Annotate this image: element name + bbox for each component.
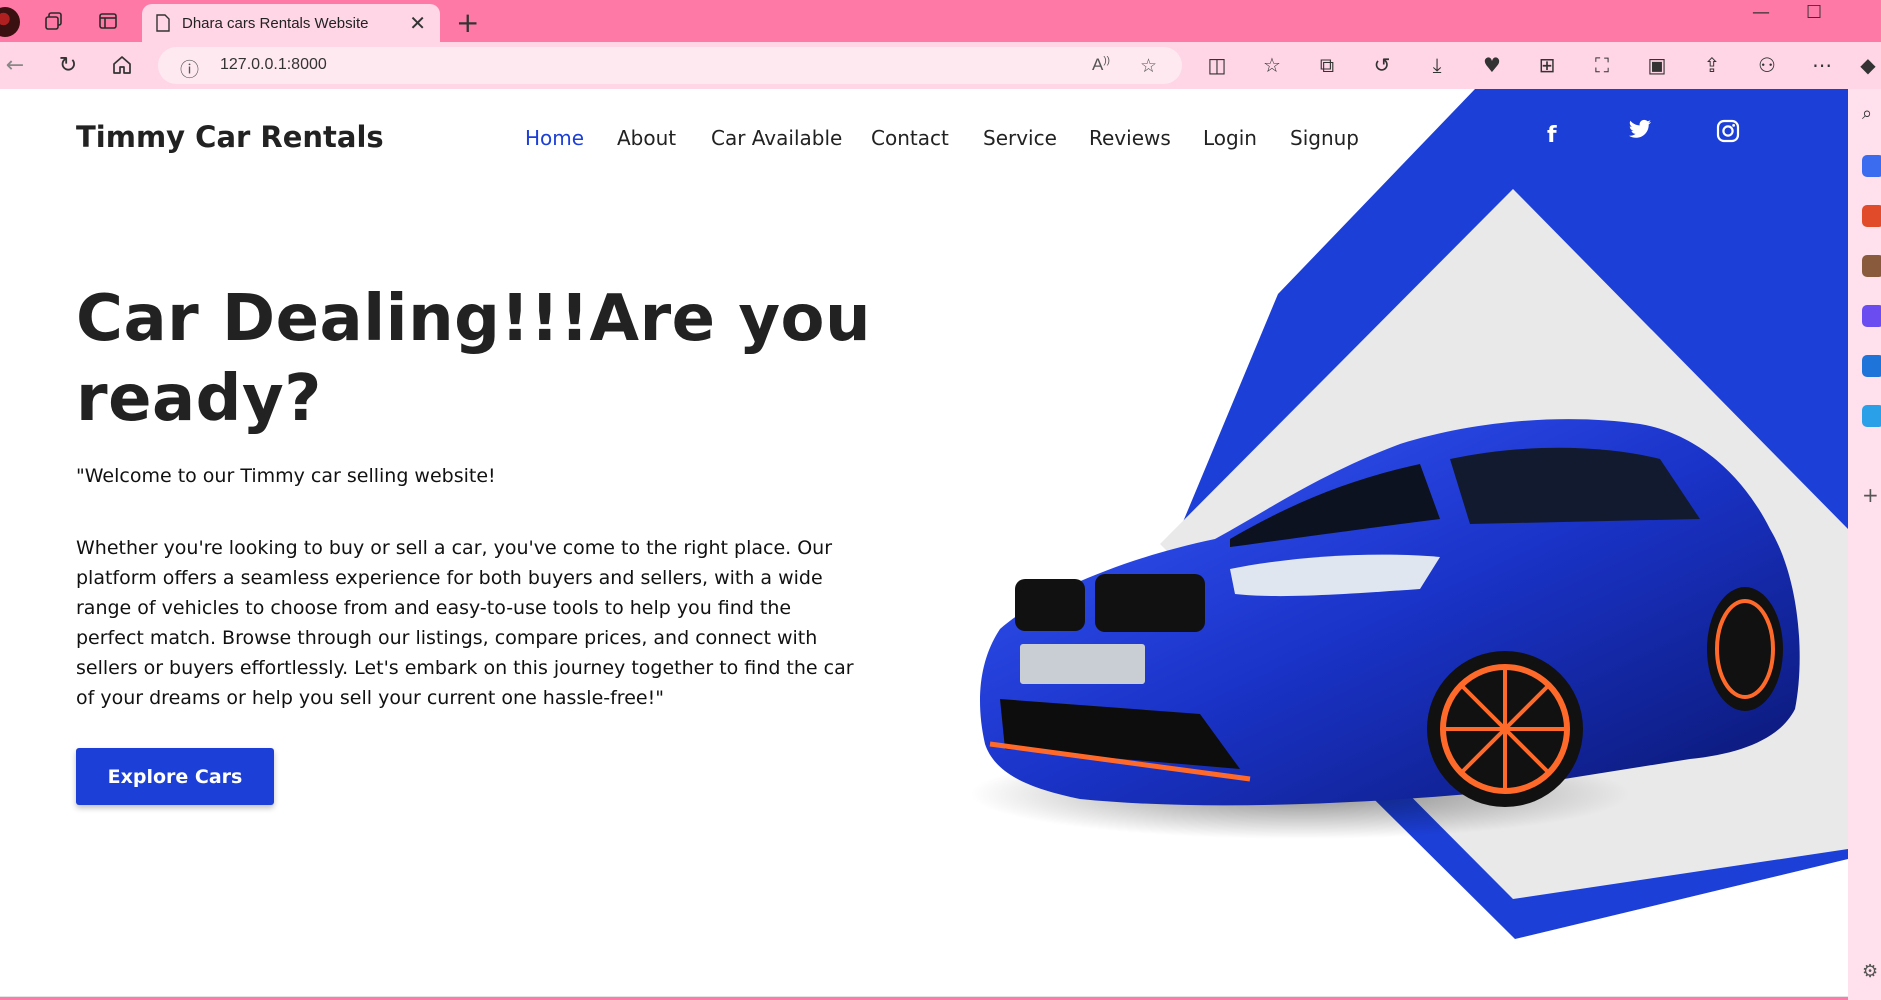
more-menu-icon[interactable]: ⋯ <box>1810 53 1834 77</box>
browser-toolbar: ← ↻ ⓘ 127.0.0.1:8000 A)) ☆ ◫ ☆ ⧉ ↺ ⤓ ♥ ⊞… <box>0 42 1881 89</box>
nav-about[interactable]: About <box>617 126 676 150</box>
share-icon[interactable]: ⇪ <box>1700 53 1724 77</box>
refresh-icon[interactable]: ↻ <box>55 52 81 78</box>
nav-reviews[interactable]: Reviews <box>1089 126 1171 150</box>
nav-signup[interactable]: Signup <box>1290 126 1359 150</box>
twitter-icon[interactable] <box>1628 119 1652 147</box>
screenshot-icon[interactable]: ⛶ <box>1590 53 1614 77</box>
maximize-button[interactable]: ☐ <box>1806 2 1822 23</box>
hero-title: Car Dealing!!!Are you ready? <box>76 282 872 436</box>
health-icon[interactable]: ♥ <box>1480 53 1504 77</box>
sidebar-people-icon[interactable] <box>1862 255 1881 277</box>
history-icon[interactable]: ↺ <box>1370 53 1394 77</box>
minimize-button[interactable]: — <box>1752 2 1770 23</box>
nav-login[interactable]: Login <box>1203 126 1257 150</box>
welcome-text: "Welcome to our Timmy car selling websit… <box>76 465 496 487</box>
favorite-star-icon[interactable]: ☆ <box>1140 55 1157 77</box>
sidebar-search-icon[interactable]: ⌕ <box>1862 103 1881 125</box>
sidebar-tools-icon[interactable] <box>1862 205 1881 227</box>
active-tab[interactable]: Dhara cars Rentals Website ✕ <box>142 4 440 42</box>
url-text: 127.0.0.1:8000 <box>220 56 327 73</box>
new-tab-button[interactable]: + <box>456 6 479 39</box>
profile-avatar[interactable] <box>0 7 20 37</box>
web-page: Timmy Car Rentals Home About Car Availab… <box>0 89 1848 997</box>
browser-tab-bar: Dhara cars Rentals Website ✕ + — ☐ <box>0 0 1881 42</box>
nav-home[interactable]: Home <box>525 126 584 150</box>
workspaces-icon[interactable]: ⚇ <box>1755 53 1779 77</box>
copilot-icon[interactable]: ◆ <box>1856 53 1880 77</box>
hero-paragraph: Whether you're looking to buy or sell a … <box>76 537 854 709</box>
nav-service[interactable]: Service <box>983 126 1057 150</box>
read-aloud-icon[interactable]: A)) <box>1092 55 1110 75</box>
vertical-tabs-icon[interactable] <box>96 9 120 33</box>
close-tab-icon[interactable]: ✕ <box>409 11 426 35</box>
nav-car-available[interactable]: Car Available <box>711 126 842 150</box>
favorites-icon[interactable]: ☆ <box>1260 53 1284 77</box>
address-bar[interactable]: ⓘ 127.0.0.1:8000 A)) ☆ <box>158 47 1182 84</box>
sidebar-outlook-icon[interactable] <box>1862 355 1881 377</box>
car-illustration <box>980 419 1800 807</box>
page-bottom-border <box>0 996 1848 997</box>
nav-contact[interactable]: Contact <box>871 126 949 150</box>
extensions-icon[interactable]: ⊞ <box>1535 53 1559 77</box>
explore-cars-button[interactable]: Explore Cars <box>76 748 274 805</box>
tab-title: Dhara cars Rentals Website <box>182 14 369 32</box>
split-screen-icon[interactable]: ◫ <box>1205 53 1229 77</box>
sidebar-office-icon[interactable] <box>1862 305 1881 327</box>
downloads-icon[interactable]: ⤓ <box>1425 53 1449 77</box>
site-info-icon[interactable]: ⓘ <box>180 55 199 82</box>
instagram-icon[interactable] <box>1716 119 1740 149</box>
browser-sidebar: ⌕ + ⚙ <box>1848 89 1881 1000</box>
sidebar-add-icon[interactable]: + <box>1862 483 1881 507</box>
sidebar-send-icon[interactable] <box>1862 405 1881 427</box>
back-icon[interactable]: ← <box>2 52 28 78</box>
brand-logo[interactable]: Timmy Car Rentals <box>76 120 384 154</box>
sidebar-toggle-icon[interactable]: ▣ <box>1645 53 1669 77</box>
home-icon[interactable] <box>109 52 135 78</box>
facebook-icon[interactable]: f <box>1547 123 1557 148</box>
sidebar-settings-icon[interactable]: ⚙ <box>1862 961 1881 983</box>
page-icon <box>156 14 170 32</box>
collections-toolbar-icon[interactable]: ⧉ <box>1315 53 1339 77</box>
sidebar-copilot-icon[interactable] <box>1862 155 1881 177</box>
collections-icon[interactable] <box>42 9 66 33</box>
